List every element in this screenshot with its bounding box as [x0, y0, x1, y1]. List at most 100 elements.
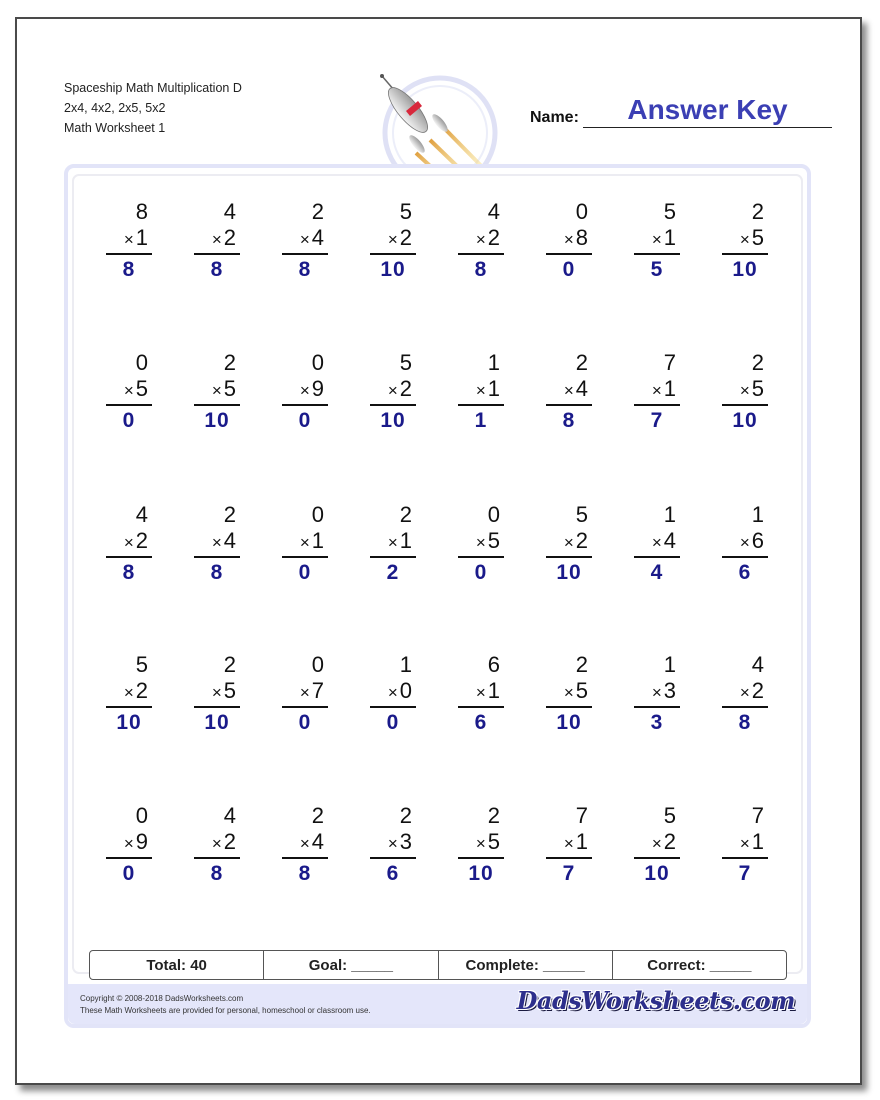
problem: 2 ×5 10 — [546, 652, 592, 736]
worksheet-title: Spaceship Math Multiplication D — [64, 81, 242, 95]
multiplicand: 4 — [487, 199, 500, 224]
problem: 5 ×2 10 — [546, 502, 592, 586]
problem: 8 ×1 8 — [106, 199, 152, 283]
answer: 4 — [650, 561, 664, 584]
worksheet-subtitle: Math Worksheet 1 — [64, 121, 166, 135]
problem: 2 ×5 10 — [722, 199, 768, 283]
answer: 10 — [732, 409, 758, 432]
answer: 2 — [386, 561, 400, 584]
times-sign: × — [211, 683, 222, 702]
problem: 0 ×8 0 — [546, 199, 592, 283]
multiplier: 1 — [399, 528, 412, 553]
multiplicand: 1 — [751, 502, 764, 527]
score-complete[interactable]: Complete: _____ — [439, 951, 613, 979]
multiplicand: 1 — [399, 652, 412, 677]
multiplicand: 2 — [487, 803, 500, 828]
answer: 8 — [738, 711, 752, 734]
multiplicand: 2 — [223, 502, 236, 527]
multiplicand: 5 — [575, 502, 588, 527]
multiplier: 5 — [223, 376, 236, 401]
problem: 2 ×5 10 — [194, 350, 240, 434]
multiplier: 5 — [751, 376, 764, 401]
multiplier: 9 — [135, 829, 148, 854]
multiplier: 5 — [575, 678, 588, 703]
answer: 0 — [122, 862, 136, 885]
multiplicand: 2 — [311, 803, 324, 828]
times-sign: × — [563, 230, 574, 249]
answer: 7 — [650, 409, 664, 432]
problem: 5 ×2 10 — [106, 652, 152, 736]
problem: 4 ×2 8 — [194, 803, 240, 887]
answer: 0 — [298, 409, 312, 432]
multiplicand: 7 — [663, 350, 676, 375]
problem: 5 ×2 10 — [634, 803, 680, 887]
multiplier-row: ×4 — [546, 376, 592, 406]
multiplier-row: ×5 — [458, 829, 504, 859]
times-sign: × — [387, 683, 398, 702]
times-sign: × — [651, 834, 662, 853]
answer: 1 — [474, 409, 488, 432]
problem: 0 ×9 0 — [282, 350, 328, 434]
times-sign: × — [299, 683, 310, 702]
multiplicand: 1 — [487, 350, 500, 375]
answer: 10 — [644, 862, 670, 885]
multiplicand: 5 — [663, 803, 676, 828]
multiplier: 2 — [399, 225, 412, 250]
multiplier-row: ×6 — [722, 528, 768, 558]
multiplier: 1 — [575, 829, 588, 854]
multiplier-row: ×1 — [458, 376, 504, 406]
multiplier-row: ×0 — [370, 678, 416, 708]
score-goal[interactable]: Goal: _____ — [264, 951, 439, 979]
multiplier: 4 — [663, 528, 676, 553]
times-sign: × — [739, 381, 750, 400]
answer: 6 — [738, 561, 752, 584]
problem: 0 ×5 0 — [458, 502, 504, 586]
name-field[interactable]: Name: Answer Key — [530, 88, 832, 128]
multiplier-row: ×3 — [634, 678, 680, 708]
problem: 1 ×6 6 — [722, 502, 768, 586]
multiplicand: 6 — [487, 652, 500, 677]
problem: 2 ×5 10 — [194, 652, 240, 736]
multiplier: 2 — [575, 528, 588, 553]
multiplier: 2 — [751, 678, 764, 703]
multiplier-row: ×2 — [370, 225, 416, 255]
times-sign: × — [563, 533, 574, 552]
problem: 4 ×2 8 — [722, 652, 768, 736]
problem: 4 ×2 8 — [458, 199, 504, 283]
times-sign: × — [739, 230, 750, 249]
multiplicand: 8 — [135, 199, 148, 224]
copyright-text: Copyright © 2008-2018 DadsWorksheets.com — [80, 994, 244, 1003]
score-correct[interactable]: Correct: _____ — [613, 951, 786, 979]
times-sign: × — [739, 683, 750, 702]
answer: 10 — [468, 862, 494, 885]
multiplier: 4 — [223, 528, 236, 553]
answer: 8 — [122, 561, 136, 584]
multiplier-row: ×2 — [106, 678, 152, 708]
multiplier-row: ×1 — [458, 678, 504, 708]
problem: 2 ×4 8 — [282, 803, 328, 887]
multiplicand: 0 — [135, 803, 148, 828]
answer: 8 — [210, 561, 224, 584]
multiplier-row: ×9 — [282, 376, 328, 406]
multiplier: 1 — [487, 376, 500, 401]
multiplier-row: ×5 — [194, 678, 240, 708]
multiplier-row: ×7 — [282, 678, 328, 708]
times-sign: × — [651, 230, 662, 249]
multiplier: 2 — [223, 829, 236, 854]
problem: 2 ×5 10 — [458, 803, 504, 887]
answer: 10 — [732, 258, 758, 281]
multiplier-row: ×4 — [282, 225, 328, 255]
multiplier-row: ×5 — [546, 678, 592, 708]
problem: 0 ×7 0 — [282, 652, 328, 736]
multiplicand: 2 — [399, 803, 412, 828]
problem: 7 ×1 7 — [722, 803, 768, 887]
times-sign: × — [651, 683, 662, 702]
multiplier-row: ×4 — [194, 528, 240, 558]
answer: 10 — [380, 409, 406, 432]
dadsworksheets-logo: DadsWorksheets.com — [516, 986, 796, 1015]
times-sign: × — [299, 533, 310, 552]
answer: 10 — [380, 258, 406, 281]
name-underline — [583, 127, 832, 128]
answer: 8 — [210, 258, 224, 281]
problem: 2 ×4 8 — [282, 199, 328, 283]
